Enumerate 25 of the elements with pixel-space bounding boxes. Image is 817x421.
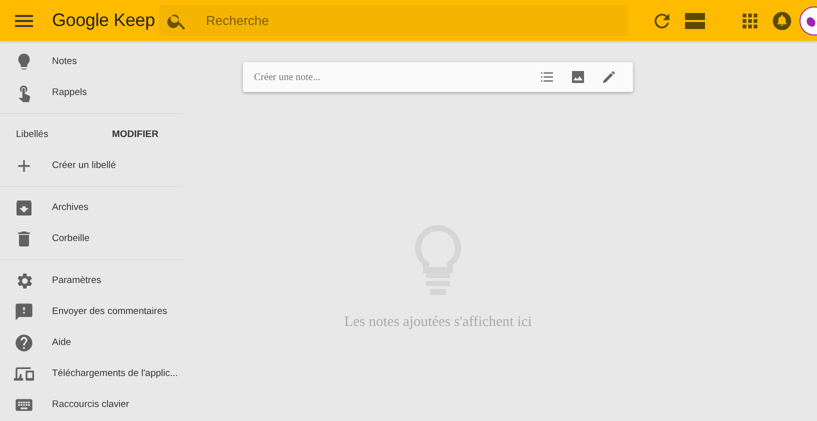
- note-input-field[interactable]: Créer une note...: [252, 70, 539, 84]
- sidebar-item[interactable]: Créer un libellé: [52, 160, 116, 171]
- edit-labels-button[interactable]: MODIFIER: [112, 127, 158, 142]
- sidebar-item[interactable]: Archives: [52, 202, 88, 213]
- sidebar-item[interactable]: Paramètres: [52, 275, 102, 286]
- help-icon: [14, 332, 34, 352]
- sidebar-item[interactable]: Rappels: [52, 87, 87, 98]
- sidebar-item[interactable]: Envoyer des commentaires: [52, 306, 168, 317]
- empty-state-message: Les notes ajoutées s'affichent ici: [344, 314, 532, 331]
- avatar-icon[interactable]: [799, 6, 817, 36]
- feedback-icon: [14, 302, 34, 322]
- section-label: Libellés: [16, 129, 50, 140]
- image-icon[interactable]: [570, 69, 586, 85]
- search-bar[interactable]: Recherche: [159, 5, 628, 36]
- sidebar-item[interactable]: Aide: [52, 337, 72, 348]
- app-logo[interactable]: Google Keep: [52, 10, 155, 31]
- sidebar-item[interactable]: Corbeille: [52, 233, 90, 244]
- sidebar-item[interactable]: Raccourcis clavier: [52, 399, 130, 410]
- archive-box-icon: [14, 198, 34, 218]
- sidebar-item[interactable]: Téléchargements de l'applic...: [52, 368, 178, 379]
- search-field[interactable]: Recherche: [204, 12, 588, 29]
- note-input-bar[interactable]: Créer une note...: [243, 62, 633, 92]
- pen-icon[interactable]: [601, 69, 617, 85]
- sidebar-item[interactable]: Notes: [52, 56, 77, 67]
- notification-bell-icon[interactable]: [771, 10, 793, 32]
